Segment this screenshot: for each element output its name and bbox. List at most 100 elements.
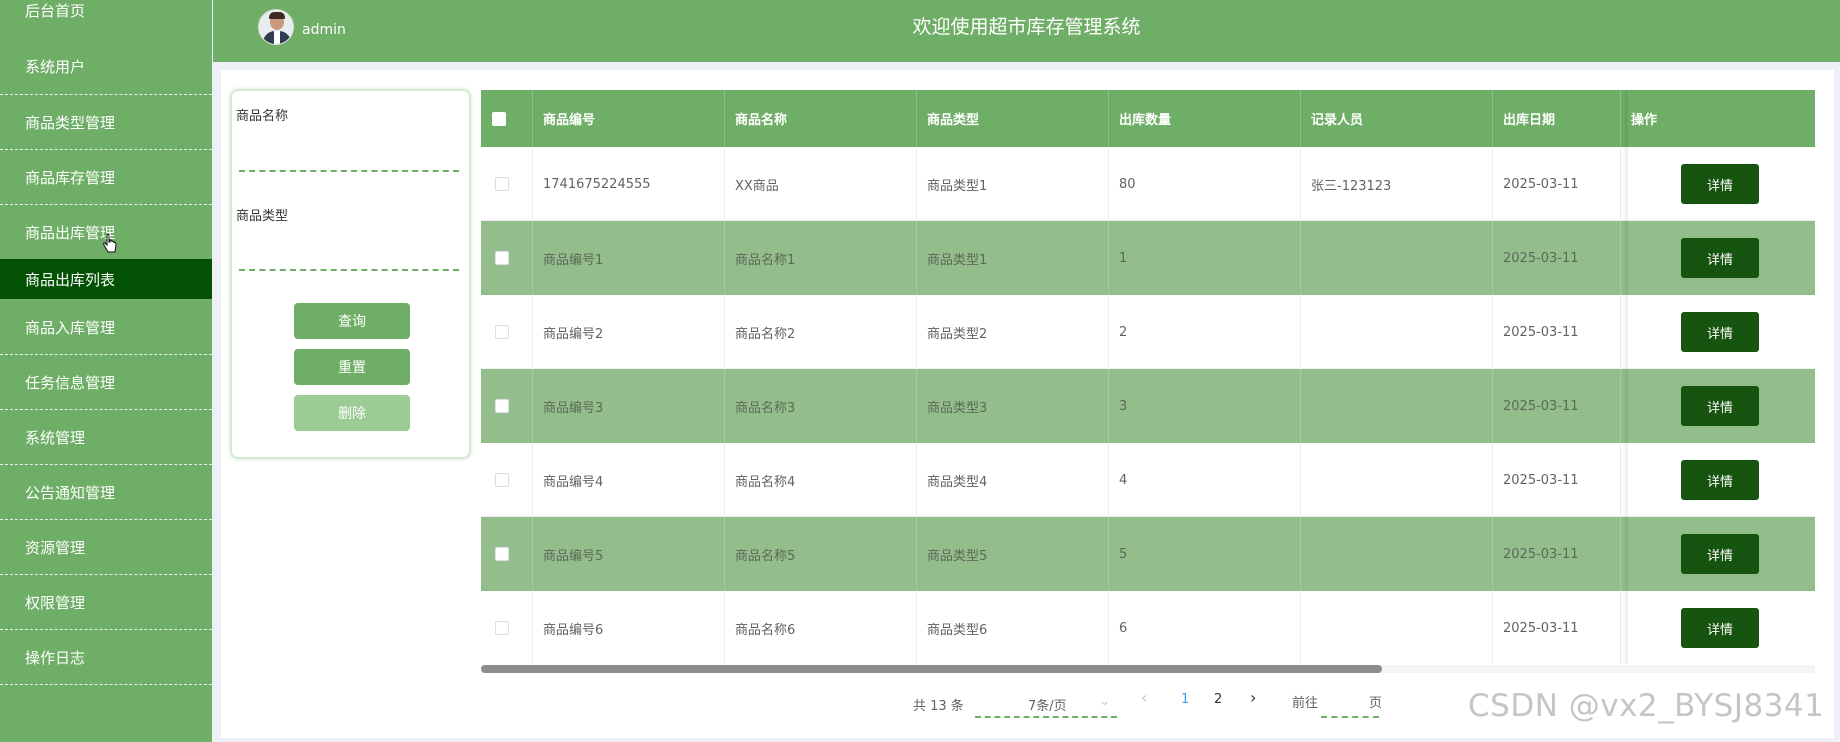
product-type-input[interactable] xyxy=(239,245,459,271)
sidebar-item-product-type[interactable]: 商品类型管理 xyxy=(0,95,212,150)
cell-product-type: 商品类型1 xyxy=(917,221,1109,295)
cell-quantity: 2 xyxy=(1109,295,1301,369)
cell-product-id: 商品编号4 xyxy=(533,443,725,517)
sidebar-item-tasks[interactable]: 任务信息管理 xyxy=(0,355,212,410)
sidebar-item-system-users[interactable]: 系统用户 xyxy=(0,38,212,95)
prev-page-button[interactable]: ‹ xyxy=(1141,688,1147,707)
cell-product-id: 商品编号5 xyxy=(533,517,725,591)
col-date[interactable]: 出库日期 xyxy=(1493,90,1621,147)
product-name-label: 商品名称 xyxy=(236,109,289,124)
cell-product-name: 商品名称6 xyxy=(725,591,917,664)
table-row[interactable]: 商品编号3 商品名称3 商品类型3 3 2025-03-11 详情 xyxy=(481,369,1815,443)
cell-quantity: 6 xyxy=(1109,591,1301,664)
sidebar-item-inventory[interactable]: 商品库存管理 xyxy=(0,150,212,205)
sidebar: 后台首页 系统用户 商品类型管理 商品库存管理 商品出库管理 商品出库列表 商品… xyxy=(0,0,212,742)
cell-product-id: 1741675224555 xyxy=(533,147,725,221)
next-page-button[interactable]: › xyxy=(1250,688,1256,707)
select-all-cell xyxy=(481,90,533,147)
detail-button[interactable]: 详情 xyxy=(1681,460,1759,500)
cell-recorder xyxy=(1301,369,1493,443)
goto-suffix: 页 xyxy=(1369,696,1383,711)
sidebar-item-logs[interactable]: 操作日志 xyxy=(0,630,212,685)
row-select-cell xyxy=(481,443,533,517)
table-row[interactable]: 1741675224555 XX商品 商品类型1 80 张三-123123 2025-03… xyxy=(481,147,1815,221)
page-1[interactable]: 1 xyxy=(1181,692,1189,707)
row-checkbox[interactable] xyxy=(495,399,509,413)
cell-recorder xyxy=(1301,295,1493,369)
cell-product-type: 商品类型5 xyxy=(917,517,1109,591)
cell-date: 2025-03-11 xyxy=(1493,369,1621,443)
top-header: admin 欢迎使用超市库存管理系统 xyxy=(213,0,1840,62)
table-row[interactable]: 商品编号5 商品名称5 商品类型5 5 2025-03-11 详情 xyxy=(481,517,1815,591)
search-panel: 商品名称 商品类型 查询 重置 删除 xyxy=(230,89,471,459)
detail-button[interactable]: 详情 xyxy=(1681,608,1759,648)
sidebar-item-permissions[interactable]: 权限管理 xyxy=(0,575,212,630)
sidebar-item-inbound[interactable]: 商品入库管理 xyxy=(0,300,212,355)
col-product-name[interactable]: 商品名称 xyxy=(725,90,917,147)
cell-product-type: 商品类型1 xyxy=(917,147,1109,221)
row-checkbox[interactable] xyxy=(495,177,509,191)
row-checkbox[interactable] xyxy=(495,621,509,635)
cell-product-type: 商品类型2 xyxy=(917,295,1109,369)
col-actions: 操作 xyxy=(1631,113,1658,128)
cell-product-id: 商品编号6 xyxy=(533,591,725,664)
select-all-checkbox[interactable] xyxy=(492,112,506,126)
sidebar-item-notice[interactable]: 公告通知管理 xyxy=(0,465,212,520)
cell-date: 2025-03-11 xyxy=(1493,443,1621,517)
product-type-label: 商品类型 xyxy=(236,209,289,224)
query-button[interactable]: 查询 xyxy=(294,303,410,339)
row-checkbox[interactable] xyxy=(495,473,509,487)
col-quantity[interactable]: 出库数量 xyxy=(1109,90,1301,147)
cell-product-type: 商品类型6 xyxy=(917,591,1109,664)
sidebar-item-home[interactable]: 后台首页 xyxy=(0,0,212,23)
goto-label: 前往 xyxy=(1292,696,1319,711)
col-product-type[interactable]: 商品类型 xyxy=(917,90,1109,147)
detail-button[interactable]: 详情 xyxy=(1681,386,1759,426)
table-row[interactable]: 商品编号2 商品名称2 商品类型2 2 2025-03-11 详情 xyxy=(481,295,1815,369)
cell-quantity: 3 xyxy=(1109,369,1301,443)
detail-button[interactable]: 详情 xyxy=(1681,534,1759,574)
row-checkbox[interactable] xyxy=(495,251,509,265)
table-row[interactable]: 商品编号4 商品名称4 商品类型4 4 2025-03-11 详情 xyxy=(481,443,1815,517)
cell-product-name: 商品名称2 xyxy=(725,295,917,369)
page-size-select[interactable]: 7条/页 ⌄ xyxy=(975,692,1117,718)
col-recorder[interactable]: 记录人员 xyxy=(1301,90,1493,147)
horizontal-scrollbar[interactable] xyxy=(481,665,1382,673)
delete-button[interactable]: 删除 xyxy=(294,395,410,431)
row-checkbox[interactable] xyxy=(495,325,509,339)
cell-recorder xyxy=(1301,443,1493,517)
sidebar-item-system[interactable]: 系统管理 xyxy=(0,410,212,465)
page-size-value: 7条/页 xyxy=(1028,699,1067,714)
detail-button[interactable]: 详情 xyxy=(1681,238,1759,278)
table-row[interactable]: 商品编号6 商品名称6 商品类型6 6 2025-03-11 详情 xyxy=(481,591,1815,664)
cell-product-id: 商品编号2 xyxy=(533,295,725,369)
sidebar-item-resources[interactable]: 资源管理 xyxy=(0,520,212,575)
cell-product-name: 商品名称3 xyxy=(725,369,917,443)
row-select-cell xyxy=(481,591,533,664)
detail-button[interactable]: 详情 xyxy=(1681,312,1759,352)
row-select-cell xyxy=(481,295,533,369)
cell-product-name: 商品名称5 xyxy=(725,517,917,591)
row-select-cell xyxy=(481,517,533,591)
cell-date: 2025-03-11 xyxy=(1493,591,1621,664)
table-row[interactable]: 商品编号1 商品名称1 商品类型1 1 2025-03-11 详情 xyxy=(481,221,1815,295)
chevron-down-icon: ⌄ xyxy=(1099,694,1110,709)
sidebar-item-outbound-list[interactable]: 商品出库列表 xyxy=(0,259,212,299)
col-product-id[interactable]: 商品编号 xyxy=(533,90,725,147)
product-name-input[interactable] xyxy=(239,146,459,172)
row-checkbox[interactable] xyxy=(495,547,509,561)
cell-date: 2025-03-11 xyxy=(1493,147,1621,221)
row-select-cell xyxy=(481,221,533,295)
cell-date: 2025-03-11 xyxy=(1493,295,1621,369)
cell-product-name: XX商品 xyxy=(725,147,917,221)
cell-product-id: 商品编号1 xyxy=(533,221,725,295)
reset-button[interactable]: 重置 xyxy=(294,349,410,385)
cell-product-id: 商品编号3 xyxy=(533,369,725,443)
cell-recorder xyxy=(1301,221,1493,295)
detail-button[interactable]: 详情 xyxy=(1681,164,1759,204)
cell-recorder xyxy=(1301,591,1493,664)
total-count: 共 13 条 xyxy=(913,698,964,714)
page-2[interactable]: 2 xyxy=(1214,692,1222,707)
fixed-column-shadow xyxy=(1622,90,1628,664)
page-title: 欢迎使用超市库存管理系统 xyxy=(912,16,1141,38)
